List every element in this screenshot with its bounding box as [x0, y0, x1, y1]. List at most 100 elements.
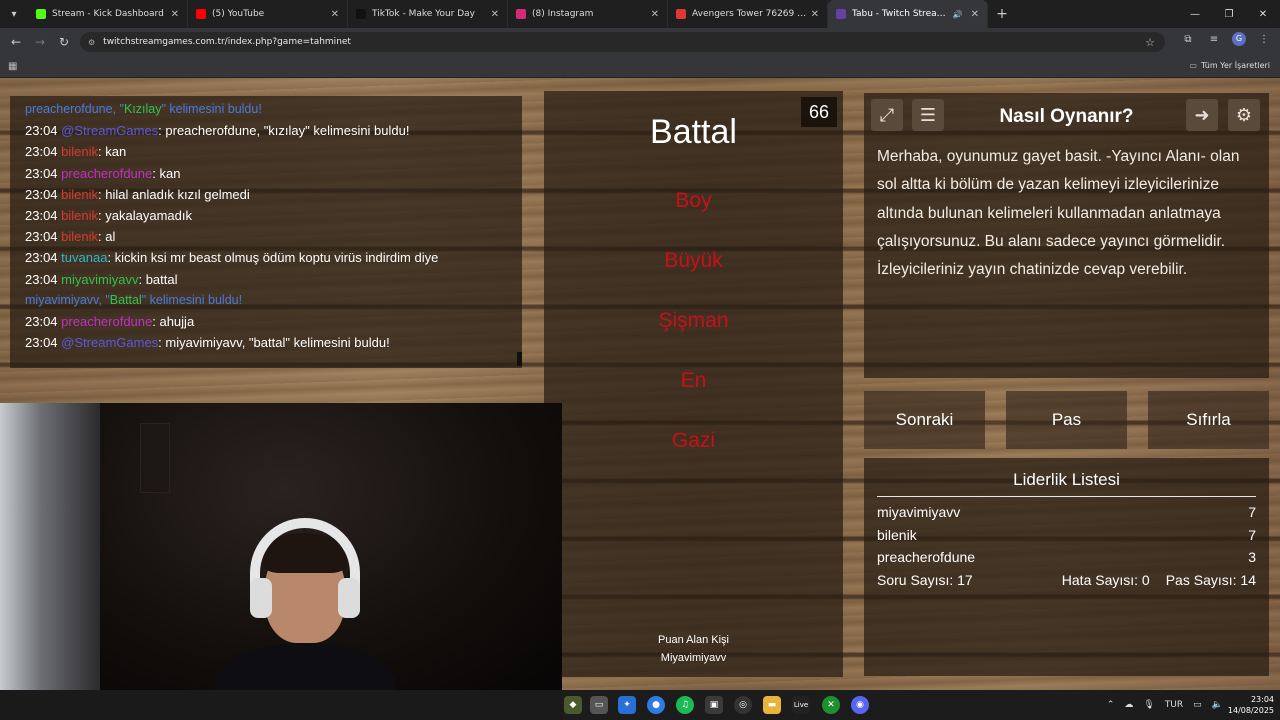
store-icon[interactable]: ▣ — [705, 696, 723, 714]
extensions-icon[interactable]: ⧉ — [1180, 34, 1196, 45]
chat-username[interactable]: @StreamGames — [61, 123, 158, 138]
file-explorer-icon[interactable]: ▬ — [763, 696, 781, 714]
obs-icon[interactable]: ◎ — [734, 696, 752, 714]
url-bar[interactable]: ⚙ twitchstreamgames.com.tr/index.php?gam… — [80, 32, 1165, 52]
chat-username[interactable]: bilenik — [61, 229, 98, 244]
forward-icon[interactable]: → — [28, 28, 52, 56]
pass-button[interactable]: Pas — [1006, 391, 1127, 449]
message-text: : yakalayamadık — [98, 208, 192, 224]
address-bar-row: ← → ↻ ⚙ twitchstreamgames.com.tr/index.p… — [0, 28, 1280, 56]
next-button[interactable]: Sonraki — [864, 391, 985, 449]
all-bookmarks-label: Tüm Yer İşaretleri — [1200, 61, 1270, 70]
chrome-icon[interactable]: ● — [647, 696, 665, 714]
tab-close-icon[interactable]: ✕ — [491, 9, 499, 20]
browser-tab[interactable]: Stream - Kick Dashboard ✕ — [28, 0, 188, 28]
cloud-icon[interactable]: ☁ — [1124, 700, 1133, 710]
player-name: miyavimiyavv — [877, 504, 961, 520]
task-view-icon[interactable]: ▭ — [590, 696, 608, 714]
site-info-icon[interactable]: ⚙ — [88, 38, 95, 47]
system-tray: ⌃ ☁ 🎙 TUR ▭ 🔈 23:04 14/08/2025 — [1102, 690, 1280, 720]
tab-close-icon[interactable]: ✕ — [171, 9, 179, 20]
system-text: kelimesini buldu! — [146, 292, 243, 307]
chat-username[interactable]: preacherofdune — [61, 314, 152, 329]
all-bookmarks-button[interactable]: ▭ Tüm Yer İşaretleri — [1189, 61, 1270, 70]
live-app-icon[interactable]: Live — [792, 696, 810, 714]
tab-close-icon[interactable]: ✕ — [971, 9, 979, 20]
leaderboard-panel: Liderlik Listesi miyavimiyavv 7 bilenik … — [864, 458, 1269, 676]
chat-scrollbar[interactable] — [517, 352, 522, 366]
tab-audio-icon[interactable]: 🔊 — [953, 10, 963, 19]
minimize-icon[interactable]: — — [1178, 0, 1212, 28]
logout-icon[interactable]: ➜ — [1186, 99, 1218, 131]
tab-favicon-icon — [836, 9, 846, 19]
chat-username[interactable]: @StreamGames — [61, 335, 158, 350]
game-app-icon[interactable]: ◆ — [564, 696, 582, 714]
system-username: preacherofdune — [25, 102, 113, 116]
volume-icon[interactable]: 🔈 — [1212, 700, 1223, 710]
clock[interactable]: 23:04 14/08/2025 — [1228, 694, 1274, 716]
webcam-feed — [0, 403, 562, 690]
language-indicator[interactable]: TUR — [1165, 700, 1183, 710]
chat-username[interactable]: bilenik — [61, 208, 98, 223]
reload-icon[interactable]: ↻ — [52, 28, 76, 56]
menu-kebab-icon[interactable]: ⋮ — [1256, 34, 1272, 45]
scorer-name: Miyavimiyavv — [660, 652, 727, 664]
apps-grid-icon[interactable]: ▦ — [8, 61, 17, 72]
tab-label: Avengers Tower 76269 | Marvel — [692, 9, 807, 19]
close-window-icon[interactable]: ✕ — [1246, 0, 1280, 28]
chat-message: 23:04 bilenik: yakalayamadık — [25, 205, 507, 226]
tray-chevron-icon[interactable]: ⌃ — [1107, 700, 1115, 710]
tab-favicon-icon — [356, 9, 366, 19]
back-icon[interactable]: ← — [4, 28, 28, 56]
webcam-window-light — [0, 403, 100, 690]
pass-count: Pas Sayısı: 14 — [1165, 572, 1256, 589]
chat-system-message: preacherofdune, "Kızılay" kelimesini bul… — [25, 102, 262, 116]
tab-close-icon[interactable]: ✕ — [811, 9, 819, 20]
chat-username[interactable]: tuvanaa — [61, 250, 107, 265]
browser-tab[interactable]: TikTok - Make Your Day ✕ — [348, 0, 508, 28]
settings-gear-icon[interactable]: ⚙ — [1228, 99, 1260, 131]
chat-username[interactable]: bilenik — [61, 144, 98, 159]
taboo-word: Büyük — [664, 249, 723, 272]
chat-username[interactable]: miyavimiyavv — [61, 272, 138, 287]
browser-tab[interactable]: (5) YouTube ✕ — [188, 0, 348, 28]
taskbar: ◆ ▭ ✦ ● ♫ ▣ ◎ ▬ Live ✕ ◉ ⌃ ☁ 🎙 TUR ▭ 🔈 2… — [562, 690, 1280, 720]
browser-tab[interactable]: Avengers Tower 76269 | Marvel ✕ — [668, 0, 828, 28]
message-time: 23:04 — [25, 250, 58, 266]
browser-tab[interactable]: Tabu - Twitch Stream Games🔊 ✕ — [828, 0, 988, 28]
profile-avatar[interactable]: G — [1232, 32, 1246, 46]
tab-close-icon[interactable]: ✕ — [331, 9, 339, 20]
chat-username[interactable]: preacherofdune — [61, 166, 152, 181]
found-word: Battal — [109, 292, 142, 307]
chat-message: 23:04 preacherofdune: kan — [25, 163, 507, 184]
xbox-icon[interactable]: ✕ — [822, 696, 840, 714]
tab-favicon-icon — [196, 9, 206, 19]
copilot-icon[interactable]: ✦ — [618, 696, 636, 714]
discord-icon[interactable]: ◉ — [851, 696, 869, 714]
new-tab-button[interactable]: + — [988, 6, 1016, 22]
chat-message: 23:04 bilenik: kan — [25, 141, 507, 162]
tab-search-icon[interactable]: ▾ — [0, 0, 28, 28]
microphone-icon[interactable]: 🎙 — [1143, 700, 1154, 710]
how-to-play-panel: ⤢ ☰ Nasıl Oynanır? ➜ ⚙ Merhaba, oyunumuz… — [864, 93, 1269, 378]
media-control-icon[interactable]: ≡ — [1206, 34, 1222, 45]
message-time: 23:04 — [25, 144, 58, 160]
error-count: Hata Sayısı: 0 — [1061, 572, 1150, 589]
chat-message: 23:04 @StreamGames: preacherofdune, "kız… — [25, 120, 507, 141]
message-text: : preacherofdune, "kızılay" kelimesini b… — [158, 123, 410, 139]
bookmarks-bar: ▦ ▭ Tüm Yer İşaretleri — [0, 56, 1280, 78]
reset-button[interactable]: Sıfırla — [1148, 391, 1269, 449]
system-username: miyavimiyavv — [25, 292, 99, 307]
message-text: : kan — [152, 165, 181, 181]
chat-message: 23:04 @StreamGames: miyavimiyavv, "batta… — [25, 332, 507, 353]
tab-strip: ▾ Stream - Kick Dashboard ✕ (5) YouTube ✕ Ti… — [0, 0, 1280, 28]
spotify-icon[interactable]: ♫ — [676, 696, 694, 714]
browser-tab[interactable]: (8) Instagram ✕ — [508, 0, 668, 28]
restore-icon[interactable]: ❐ — [1212, 0, 1246, 28]
tab-close-icon[interactable]: ✕ — [651, 9, 659, 20]
chat-username[interactable]: bilenik — [61, 187, 98, 202]
bookmark-star-icon[interactable]: ☆ — [1145, 36, 1155, 49]
game-page: preacherofdune, "Kızılay" kelimesini bul… — [0, 78, 1280, 690]
tab-favicon-icon — [516, 9, 526, 19]
network-icon[interactable]: ▭ — [1193, 700, 1202, 710]
